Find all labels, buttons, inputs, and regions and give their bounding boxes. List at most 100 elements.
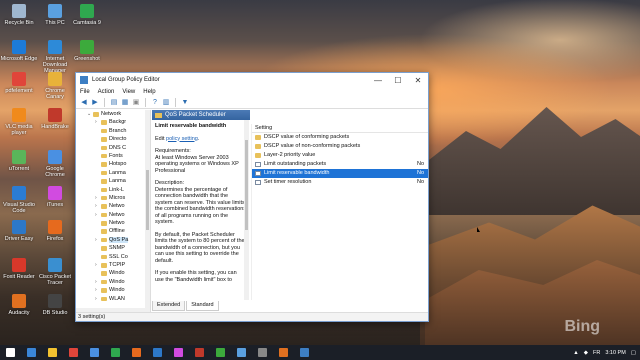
tree-item[interactable]: › Windo (76, 278, 150, 286)
properties-icon[interactable]: ▥ (162, 99, 170, 107)
desktop-icon-audacity[interactable]: Audacity (0, 294, 38, 316)
firefox-taskbar-icon[interactable] (132, 348, 141, 357)
back-arrow-icon[interactable]: ◀ (80, 99, 88, 107)
maximize-button[interactable]: ☐ (388, 76, 408, 85)
minimize-button[interactable]: — (368, 76, 388, 85)
desktop-icon-google-chrome[interactable]: Google Chrome (36, 150, 74, 178)
mail-taskbar-icon[interactable] (153, 348, 162, 357)
desktop-icon-driver-easy[interactable]: Driver Easy (0, 220, 38, 242)
expand-chevron-icon[interactable]: › (95, 236, 97, 244)
expand-chevron-icon[interactable]: › (95, 118, 97, 126)
desktop-icon-utorrent[interactable]: uTorrent (0, 150, 38, 172)
menu-file[interactable]: File (80, 89, 90, 95)
desktop-icon-vlc-media-player[interactable]: VLC media player (0, 108, 38, 136)
setting-row[interactable]: DSCP value of conforming packets (252, 133, 428, 142)
menu-action[interactable]: Action (98, 89, 115, 95)
expand-chevron-icon[interactable]: › (95, 202, 97, 210)
expand-chevron-icon[interactable]: › (95, 194, 97, 202)
scrollbar-thumb[interactable] (245, 140, 248, 230)
store-taskbar-icon[interactable] (69, 348, 78, 357)
setting-row[interactable]: Limit reservable bandwidth No (252, 169, 428, 178)
tree-item[interactable]: Branch (76, 127, 150, 135)
tree-item[interactable]: SSL Co (76, 253, 150, 261)
edge-taskbar-icon[interactable] (27, 348, 36, 357)
language-indicator[interactable]: FR (593, 350, 600, 356)
tree-item[interactable]: SNMP (76, 244, 150, 252)
tree-item[interactable]: Fonts (76, 152, 150, 160)
file-explorer-taskbar-icon[interactable] (48, 348, 57, 357)
close-button[interactable]: ✕ (408, 76, 428, 85)
tree-item-network[interactable]: ⌄ Network (76, 110, 150, 118)
forward-arrow-icon[interactable]: ▶ (91, 99, 99, 107)
title-bar[interactable]: Local Group Policy Editor — ☐ ✕ (76, 73, 428, 87)
edit-policy-setting-link[interactable]: policy setting (166, 136, 198, 142)
setting-column-header[interactable]: Setting (252, 124, 428, 133)
app-taskbar-icon[interactable] (258, 348, 267, 357)
filter-icon[interactable]: ▼ (181, 99, 189, 107)
start-windows-icon[interactable] (6, 348, 15, 357)
expand-chevron-icon[interactable]: › (95, 286, 97, 294)
desktop-icon-foxit-reader[interactable]: Foxit Reader (0, 258, 38, 280)
desktop-icon-db-studio[interactable]: DB Studio (36, 294, 74, 316)
export-list-icon[interactable]: ▣ (132, 99, 140, 107)
tree-item[interactable]: Directo (76, 135, 150, 143)
tree-item[interactable]: Windo (76, 269, 150, 277)
menu-view[interactable]: View (122, 89, 135, 95)
tree-item[interactable]: › Netwo (76, 202, 150, 210)
clock[interactable]: 3:10 PM (605, 350, 625, 356)
desktop-icon-handbrake[interactable]: HandBrake (36, 108, 74, 130)
app-taskbar-icon[interactable] (195, 348, 204, 357)
collapse-chevron-icon[interactable]: ⌄ (87, 110, 91, 118)
tree-item[interactable]: Netwo (76, 219, 150, 227)
menu-help[interactable]: Help (143, 89, 155, 95)
tree-item[interactable]: › Windo (76, 286, 150, 294)
help-icon[interactable]: ? (151, 99, 159, 107)
desktop-icon-cisco-packet-tracer[interactable]: Cisco Packet Tracer (36, 258, 74, 286)
up-folder-icon[interactable]: ▤ (110, 99, 118, 107)
desktop-icon-pdfelement[interactable]: pdfelement (0, 72, 38, 94)
tree-item[interactable]: Lanma (76, 177, 150, 185)
desktop-icon-recycle-bin[interactable]: Recycle Bin (0, 4, 38, 26)
tab-extended[interactable]: Extended (152, 301, 186, 311)
greenshot-taskbar-icon[interactable] (216, 348, 225, 357)
setting-row[interactable]: Layer-2 priority value (252, 151, 428, 160)
network-icon[interactable]: ▲ (573, 350, 578, 356)
tree-item[interactable]: › Netwo (76, 211, 150, 219)
volume-icon[interactable]: ◆ (584, 350, 588, 356)
tree-item[interactable]: › TCPIP (76, 261, 150, 269)
tree-vertical-scrollbar[interactable] (145, 110, 150, 313)
expand-chevron-icon[interactable]: › (95, 278, 97, 286)
app-taskbar-icon[interactable] (279, 348, 288, 357)
tree-item[interactable]: Offline (76, 227, 150, 235)
scrollbar-thumb[interactable] (146, 170, 149, 230)
chrome-taskbar-icon[interactable] (90, 348, 99, 357)
desktop-icon-greenshot[interactable]: Greenshot (68, 40, 106, 62)
desktop-icon-itunes[interactable]: iTunes (36, 186, 74, 208)
expand-chevron-icon[interactable]: › (95, 211, 97, 219)
tree-item[interactable]: › Micros (76, 194, 150, 202)
tab-standard[interactable]: Standard (186, 301, 219, 311)
desktop-icon-firefox[interactable]: Firefox (36, 220, 74, 242)
show-hide-tree-icon[interactable]: ▦ (121, 99, 129, 107)
tree-item[interactable]: › QoS Pa (76, 236, 150, 244)
desktop-icon-chrome-canary[interactable]: Chrome Canary (36, 72, 74, 100)
camtasia-taskbar-icon[interactable] (111, 348, 120, 357)
tree-item[interactable]: › WLAN (76, 295, 150, 303)
tree-item[interactable]: Hotspo (76, 160, 150, 168)
tree-item[interactable]: Lanma (76, 169, 150, 177)
tree-item[interactable]: Link-L (76, 186, 150, 194)
setting-row[interactable]: DSCP value of non-conforming packets (252, 142, 428, 151)
description-scrollbar[interactable] (244, 120, 249, 300)
notification-icon[interactable]: ▢ (631, 350, 636, 356)
setting-row[interactable]: Limit outstanding packets No (252, 160, 428, 169)
expand-chevron-icon[interactable]: › (95, 261, 97, 269)
itunes-taskbar-icon[interactable] (174, 348, 183, 357)
desktop-icon-visual-studio-code[interactable]: Visual Studio Code (0, 186, 38, 214)
tree-item[interactable]: DNS C (76, 144, 150, 152)
expand-chevron-icon[interactable]: › (95, 295, 97, 303)
setting-row[interactable]: Set timer resolution No (252, 178, 428, 187)
desktop-icon-camtasia-9[interactable]: Camtasia 9 (68, 4, 106, 26)
tree-item[interactable]: › Backgr (76, 118, 150, 126)
app-taskbar-icon[interactable] (237, 348, 246, 357)
gpedit-taskbar-icon[interactable] (300, 348, 309, 357)
